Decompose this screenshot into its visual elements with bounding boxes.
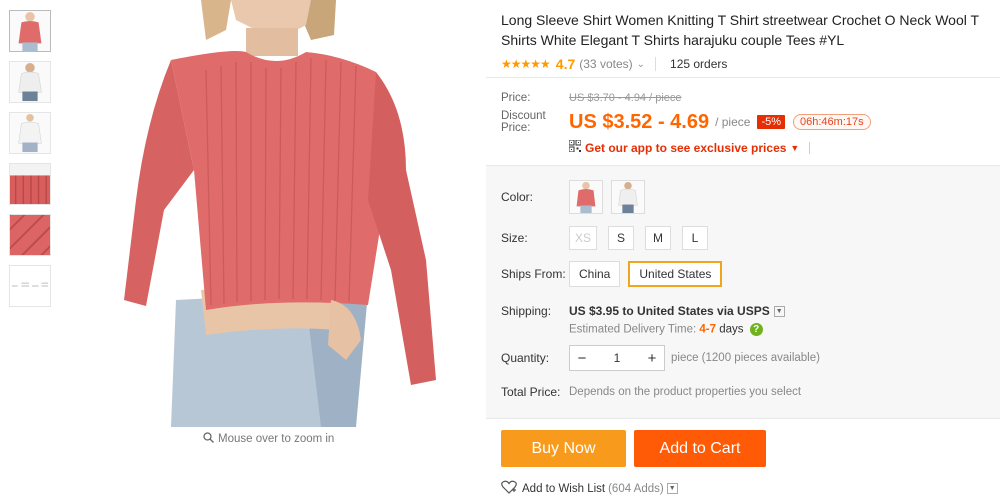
price-unit: / piece [715, 115, 751, 129]
thumbnail-strip [9, 10, 53, 316]
thumbnail-size-chart[interactable] [9, 265, 51, 307]
buy-now-button[interactable]: Buy Now [501, 430, 626, 467]
quantity-stepper: − + [569, 345, 665, 371]
thumbnail-pink-fabric[interactable] [9, 214, 51, 256]
main-product-image[interactable] [106, 0, 483, 427]
zoom-hint-text: Mouse over to zoom in [218, 433, 335, 445]
delivery-estimate: Estimated Delivery Time: 4-7 days ? [569, 323, 785, 336]
wishlist-count: (604 Adds) [608, 482, 664, 495]
quantity-label: Quantity: [501, 351, 550, 365]
ship-from-united-states[interactable]: United States [628, 261, 723, 287]
app-promo-text[interactable]: Get our app to see exclusive prices [585, 141, 786, 155]
rating-row: ★★★★★ 4.7 (33 votes) ⌄ 125 orders [501, 54, 991, 74]
size-option-xs[interactable]: XS [569, 226, 598, 250]
original-price: US $3.70 - 4.94 / piece [569, 92, 682, 104]
ships-from-row: Ships From: China United States [501, 261, 730, 287]
size-option-m[interactable]: M [645, 226, 672, 250]
price-block: Price: US $3.70 - 4.94 / piece Discount … [501, 90, 991, 155]
product-title: Long Sleeve Shirt Women Knitting T Shirt… [501, 12, 979, 48]
countdown-timer: 06h:46m:17s [793, 114, 871, 130]
quantity-decrease-button[interactable]: − [570, 350, 594, 367]
price-label: Price: [501, 92, 531, 104]
size-option-l[interactable]: L [682, 226, 709, 250]
total-price-note: Depends on the product properties you se… [569, 386, 802, 398]
discount-price: US $3.52 - 4.69 [569, 110, 710, 133]
shipping-row: Shipping: US $3.95 to United States via … [501, 304, 785, 336]
rating-stars-icon: ★★★★★ [501, 57, 551, 71]
eta-days: 4-7 [699, 323, 717, 336]
add-to-wishlist-link[interactable]: Add to Wish List [522, 483, 605, 495]
quantity-available: piece (1200 pieces available) [671, 352, 820, 364]
zoom-hint: Mouse over to zoom in [203, 432, 334, 446]
divider [486, 77, 1000, 78]
thumbnail-pink-detail[interactable] [9, 163, 51, 205]
help-icon[interactable]: ? [749, 323, 763, 336]
size-label: Size: [501, 231, 528, 245]
size-row: Size: XS S M L [501, 226, 719, 250]
rating-value: 4.7 [555, 56, 576, 72]
caret-down-icon[interactable]: ▼ [790, 143, 799, 153]
total-price-row: Total Price: Depends on the product prop… [501, 385, 801, 399]
quantity-row: Quantity: − + piece (1200 pieces availab… [501, 345, 820, 371]
qr-code-icon [568, 139, 582, 155]
magnifier-icon [203, 432, 214, 446]
total-price-label: Total Price: [501, 385, 561, 399]
divider [655, 57, 657, 71]
ships-from-label: Ships From: [501, 267, 566, 281]
app-promo[interactable]: Get our app to see exclusive prices ▼ [568, 139, 991, 155]
thumbnail-pink-model[interactable] [9, 10, 51, 52]
discount-badge: -5% [757, 115, 786, 129]
eta-label: Estimated Delivery Time: [569, 323, 697, 336]
color-label: Color: [501, 190, 534, 204]
product-options: Color: Size: XS S M L Ships From: China … [486, 166, 1000, 418]
eta-unit: days [719, 323, 744, 336]
size-option-s[interactable]: S [608, 226, 635, 250]
orders-count: 125 orders [670, 57, 728, 71]
quantity-increase-button[interactable]: + [640, 350, 664, 367]
color-row: Color: [501, 180, 653, 214]
color-option-pink[interactable] [569, 180, 603, 214]
shipping-cost: US $3.95 to United States via USPS [569, 304, 770, 318]
add-to-cart-button[interactable]: Add to Cart [634, 430, 766, 467]
ship-from-china[interactable]: China [569, 261, 621, 287]
shipping-dropdown-icon[interactable]: ▼ [773, 305, 785, 317]
wishlist-row: Add to Wish List (604 Adds) ▼ [501, 480, 678, 497]
quantity-input[interactable] [594, 351, 640, 365]
votes-link[interactable]: (33 votes) [579, 57, 632, 71]
color-option-white[interactable] [611, 180, 645, 214]
discount-price-label: Discount Price: [501, 110, 546, 134]
divider [809, 141, 811, 154]
thumbnail-white-model[interactable] [9, 61, 51, 103]
thumbnail-white-front[interactable] [9, 112, 51, 154]
product-header: Long Sleeve Shirt Women Knitting T Shirt… [501, 10, 991, 74]
wishlist-dropdown-icon[interactable]: ▼ [666, 483, 678, 494]
heart-plus-icon[interactable] [501, 480, 517, 497]
shipping-label: Shipping: [501, 304, 552, 318]
chevron-down-icon[interactable]: ⌄ [637, 59, 645, 70]
divider [486, 418, 1000, 419]
